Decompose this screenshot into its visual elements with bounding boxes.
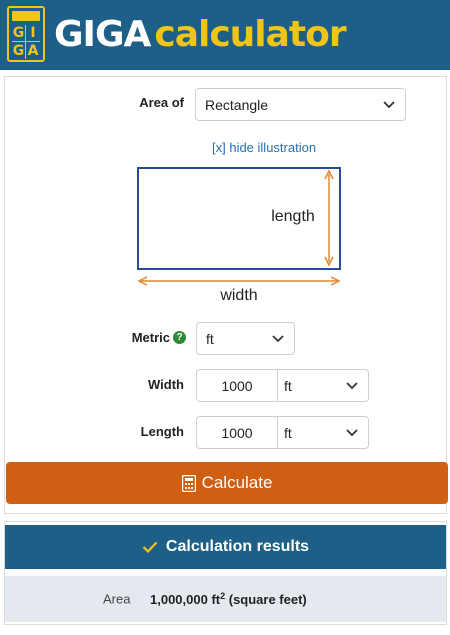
hide-illustration-link[interactable]: [x] hide illustration bbox=[212, 140, 316, 155]
width-label: width bbox=[219, 287, 257, 304]
width-field-label: Width bbox=[148, 377, 184, 392]
length-input-group: 1000 ft bbox=[196, 416, 369, 449]
metric-select[interactable]: ft bbox=[196, 322, 295, 355]
logo-grid: G I G A bbox=[12, 25, 40, 59]
length-field-label: Length bbox=[140, 424, 184, 439]
length-label: length bbox=[271, 208, 315, 225]
help-icon[interactable]: ? bbox=[173, 331, 186, 345]
area-of-label: Area of bbox=[139, 95, 184, 110]
results-header: Calculation results bbox=[5, 525, 446, 569]
result-number: 1,000,000 ft bbox=[150, 592, 221, 608]
logo-screen bbox=[12, 11, 40, 21]
result-value: 1,000,000 ft2 (square feet) bbox=[150, 591, 307, 607]
logo-letter: A bbox=[27, 42, 39, 59]
result-row: Area 1,000,000 ft2 (square feet) bbox=[5, 576, 446, 622]
chevron-down-icon bbox=[272, 334, 284, 342]
area-of-select[interactable]: Rectangle bbox=[195, 88, 406, 121]
width-unit-value[interactable]: ft bbox=[284, 378, 292, 394]
check-icon bbox=[142, 541, 158, 553]
logo-icon[interactable]: G I G A bbox=[7, 6, 45, 62]
logo-letter: G bbox=[12, 25, 26, 42]
calculator-icon bbox=[181, 474, 196, 492]
brand-title[interactable]: GIGA calculator bbox=[54, 13, 347, 57]
app-header: G I G A GIGA calculator bbox=[0, 0, 450, 70]
metric-label: Metric? bbox=[110, 330, 186, 345]
results-title: Calculation results bbox=[165, 538, 310, 555]
metric-label-text: Metric bbox=[131, 330, 170, 345]
logo-letter: G bbox=[12, 42, 26, 59]
length-input[interactable]: 1000 bbox=[197, 417, 278, 448]
calculate-button-label: Calculate bbox=[201, 473, 273, 492]
chevron-down-icon[interactable] bbox=[346, 428, 358, 437]
brand-calculator: calculator bbox=[154, 14, 346, 55]
rectangle-illustration: length width bbox=[137, 167, 341, 304]
metric-value: ft bbox=[206, 330, 214, 347]
width-input-group: 1000 ft bbox=[196, 369, 369, 402]
chevron-down-icon bbox=[383, 100, 395, 108]
chevron-down-icon[interactable] bbox=[346, 381, 358, 390]
results-panel: Calculation results Area 1,000,000 ft2 (… bbox=[4, 521, 447, 625]
area-of-value: Rectangle bbox=[205, 96, 269, 113]
calculate-button[interactable]: Calculate bbox=[6, 462, 448, 504]
logo-letter: I bbox=[26, 25, 40, 42]
width-arrow bbox=[137, 276, 341, 286]
brand-giga: GIGA bbox=[54, 14, 151, 55]
width-input[interactable]: 1000 bbox=[197, 370, 278, 401]
result-unit-text: (square feet) bbox=[225, 592, 307, 608]
result-label: Area bbox=[103, 591, 131, 607]
length-unit-value[interactable]: ft bbox=[284, 425, 292, 441]
